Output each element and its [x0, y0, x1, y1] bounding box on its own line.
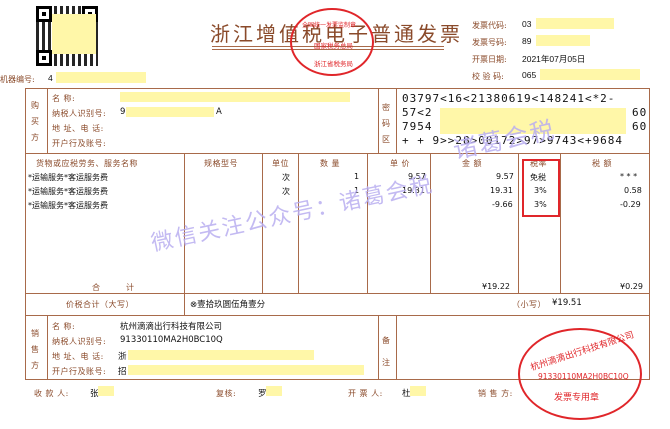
- col-header-qty: 数 量: [320, 159, 341, 168]
- remarks-label: 备注: [382, 336, 391, 367]
- machine-no-value: 4: [48, 73, 53, 83]
- seller-name-label: 名 称:: [52, 322, 76, 331]
- invoice-code-value: 03: [522, 19, 532, 29]
- redaction-highlight: [540, 69, 640, 80]
- rate-highlight-box: [522, 159, 560, 217]
- invoice-no-value: 89: [522, 36, 532, 46]
- divider: [518, 153, 519, 293]
- redaction-highlight: [56, 72, 146, 83]
- divider: [378, 88, 379, 153]
- invoice-code-label: 发票代码:: [472, 21, 507, 30]
- table-row-item: *运输服务*客运服务费: [28, 173, 108, 182]
- total-amount: ¥19.22: [482, 282, 510, 291]
- machine-no-label: 机器编号:: [0, 75, 35, 84]
- redaction-highlight: [128, 365, 364, 375]
- issue-date-label: 开票日期:: [472, 55, 507, 64]
- divider: [560, 153, 561, 293]
- check-code-value: 065: [522, 70, 537, 80]
- total-small-label: （小写）: [512, 300, 546, 309]
- redaction-highlight: [536, 35, 590, 46]
- buyer-name-label: 名 称:: [52, 94, 76, 103]
- password-zone-label: 密码区: [382, 103, 391, 144]
- table-row-tax: 0.58: [624, 186, 642, 195]
- table-row-item: *运输服务*客运服务费: [28, 187, 108, 196]
- divider: [396, 315, 397, 380]
- qr-corner: [36, 50, 52, 66]
- table-row-item: *运输服务*客运服务费: [28, 201, 108, 210]
- divider: [396, 88, 397, 153]
- redaction-highlight: [120, 92, 350, 102]
- total-tax: ¥0.29: [620, 282, 643, 291]
- redaction-highlight: [52, 14, 96, 54]
- redaction-highlight: [266, 386, 282, 396]
- seller-side-label: 销售方: [31, 329, 40, 370]
- buyer-taxid-value: 9: [120, 107, 126, 117]
- seller-addr-label: 地 址、电 话:: [52, 352, 104, 361]
- divider: [25, 153, 650, 154]
- seal-text: 发票专用章: [554, 393, 600, 403]
- buyer-taxid-label: 纳税人识别号:: [52, 109, 107, 118]
- redaction-highlight: [536, 18, 614, 29]
- seller-bank-label: 开户行及账号:: [52, 367, 107, 376]
- divider: [367, 153, 368, 293]
- divider: [378, 315, 379, 380]
- seller-addr-value: 浙: [118, 352, 127, 362]
- table-row-amount: -9.66: [492, 200, 513, 209]
- total-label: 合 计: [92, 283, 135, 292]
- table-row-qty: 1: [354, 172, 360, 181]
- seller-name-value: 杭州滴滴出行科技有限公司: [120, 322, 223, 332]
- divider: [25, 315, 650, 316]
- buyer-bank-label: 开户行及账号:: [52, 139, 107, 148]
- qr-corner: [36, 6, 52, 22]
- tax-bureau-seal: 全国统一发票监制章 国家税务总局 浙江省税务局: [290, 8, 374, 76]
- reviewer-label: 复核:: [216, 389, 237, 398]
- drawer-label: 开 票 人:: [348, 389, 383, 398]
- company-invoice-seal: 杭州滴滴出行科技有限公司 91330110MA2H0BC10Q 发票专用章: [518, 328, 642, 420]
- redaction-highlight: [98, 386, 114, 396]
- redaction-highlight: [410, 386, 426, 396]
- check-code-label: 校 验 码:: [472, 72, 504, 81]
- table-row-amount: 19.31: [490, 186, 513, 195]
- seller-footer-label: 销 售 方:: [478, 389, 513, 398]
- divider: [47, 315, 48, 380]
- issue-date-value: 2021年07月05日: [522, 54, 586, 64]
- buyer-taxid-tail: A: [216, 107, 222, 117]
- redaction-highlight: [126, 107, 214, 117]
- redaction-highlight: [128, 350, 314, 360]
- buyer-addr-label: 地 址、电 话:: [52, 124, 104, 133]
- total-words-value: ⊗壹拾玖圆伍角壹分: [190, 300, 266, 310]
- col-header-item: 货物或应税劳务、服务名称: [36, 159, 138, 168]
- col-header-tax: 税 额: [592, 159, 613, 168]
- table-row-amount: 9.57: [496, 172, 514, 181]
- divider: [47, 88, 48, 153]
- seal-text: 浙江省税务局: [314, 60, 353, 68]
- seller-bank-value: 招: [118, 367, 127, 377]
- total-small-value: ¥19.51: [552, 298, 582, 308]
- seller-taxid-label: 纳税人识别号:: [52, 337, 107, 346]
- col-header-unit: 单位: [272, 159, 289, 168]
- buyer-side-label: 购买方: [31, 101, 40, 142]
- col-header-price: 单 价: [390, 159, 411, 168]
- seal-text: 91330110MA2H0BC10Q: [538, 372, 629, 381]
- total-words-label: 价税合计（大写）: [66, 300, 134, 309]
- invoice-no-label: 发票号码:: [472, 38, 507, 47]
- payee-label: 收 款 人:: [34, 389, 69, 398]
- divider: [184, 293, 185, 315]
- table-row-tax: -0.29: [620, 200, 641, 209]
- table-row-tax: * * *: [620, 172, 638, 181]
- seal-text: 全国统一发票监制章: [302, 22, 357, 29]
- col-header-spec: 规格型号: [204, 159, 238, 168]
- seller-taxid-value: 91330110MA2H0BC10Q: [120, 335, 223, 345]
- seal-text: 国家税务总局: [314, 42, 353, 50]
- table-row-unit: 次: [282, 173, 290, 182]
- divider: [25, 293, 650, 294]
